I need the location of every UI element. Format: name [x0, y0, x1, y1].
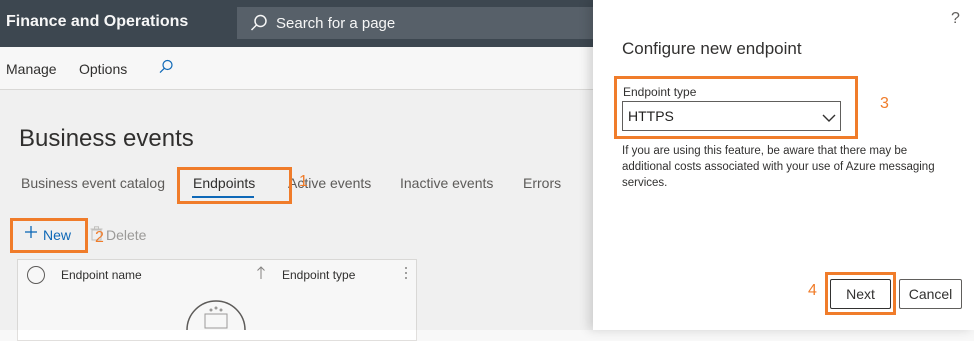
- help-icon[interactable]: ?: [951, 10, 960, 28]
- modal-backdrop: [0, 0, 593, 330]
- callout-box-endpoints: [177, 167, 292, 204]
- callout-box-next: [825, 272, 896, 315]
- callout-number-1: 1: [299, 173, 308, 190]
- cost-notice-text: If you are using this feature, be aware …: [622, 145, 935, 189]
- callout-number-2: 2: [95, 229, 104, 246]
- callout-box-new: [10, 218, 88, 253]
- panel-title: Configure new endpoint: [622, 39, 802, 58]
- callout-number-3: 3: [880, 95, 889, 112]
- cancel-button[interactable]: Cancel: [899, 279, 962, 309]
- callout-box-endpoint-type: [614, 76, 858, 139]
- callout-number-4: 4: [808, 282, 817, 299]
